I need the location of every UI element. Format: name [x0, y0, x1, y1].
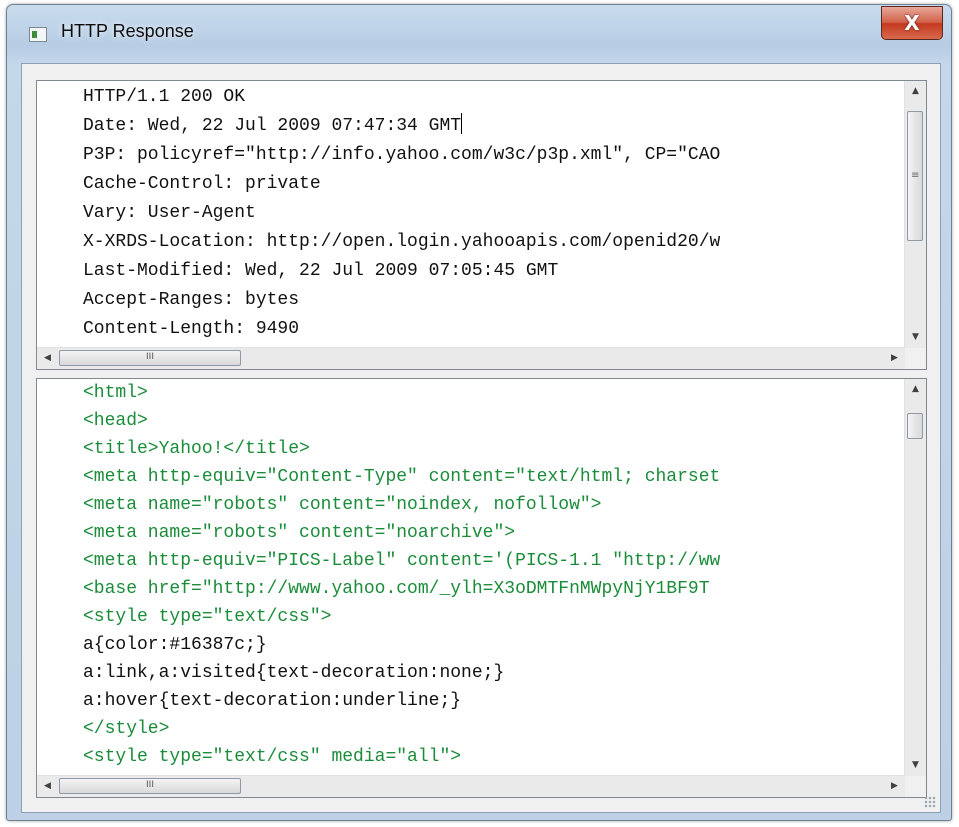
body-line: <meta name="robots" content="noarchive"> [83, 523, 516, 543]
title-bar[interactable]: HTTP Response X [7, 5, 951, 57]
body-line: <meta http-equiv="PICS-Label" content='(… [83, 551, 721, 571]
body-line: a:hover{text-decoration:underline;} [83, 691, 462, 711]
headers-hscroll-thumb[interactable]: III [59, 350, 241, 366]
up-arrow-icon[interactable]: ▲ [905, 379, 926, 400]
body-line: <title>Yahoo!</title> [83, 439, 310, 459]
right-arrow-icon[interactable]: ▶ [884, 348, 905, 369]
body-vscroll-thumb[interactable] [907, 413, 923, 439]
resize-grip-icon[interactable] [924, 796, 936, 808]
body-line: <style type="text/css" media="all"> [83, 747, 462, 767]
body-textbox[interactable]: <html> <head> <title>Yahoo!</title> <met… [36, 378, 927, 798]
header-line: Cache-Control: private [83, 174, 321, 194]
body-line: </style> [83, 719, 170, 739]
close-button[interactable]: X [881, 6, 943, 40]
http-response-window: HTTP Response X HTTP/1.1 200 OK Date: We… [6, 4, 952, 821]
headers-textbox[interactable]: HTTP/1.1 200 OK Date: Wed, 22 Jul 2009 0… [36, 80, 927, 370]
body-line: <meta name="robots" content="noindex, no… [83, 495, 602, 515]
body-line: <html> [83, 383, 148, 403]
body-line: <style type="text/css"> [83, 607, 332, 627]
body-text-area[interactable]: <html> <head> <title>Yahoo!</title> <met… [37, 379, 905, 776]
left-arrow-icon[interactable]: ◀ [37, 348, 58, 369]
body-line: <head> [83, 411, 148, 431]
scrollbar-corner [905, 348, 926, 369]
header-line: Last-Modified: Wed, 22 Jul 2009 07:05:45… [83, 261, 559, 281]
up-arrow-icon[interactable]: ▲ [905, 81, 926, 102]
left-arrow-icon[interactable]: ◀ [37, 776, 58, 797]
scrollbar-corner [905, 776, 926, 797]
client-area: HTTP/1.1 200 OK Date: Wed, 22 Jul 2009 0… [21, 63, 941, 813]
headers-vscroll-thumb[interactable]: ≡ [907, 111, 923, 241]
headers-vertical-scrollbar[interactable]: ▲ ≡ ▼ [904, 81, 926, 348]
header-line: Accept-Ranges: bytes [83, 290, 300, 310]
header-line: X-XRDS-Location: http://open.login.yahoo… [83, 232, 721, 252]
down-arrow-icon[interactable]: ▼ [905, 755, 926, 776]
header-line: HTTP/1.1 200 OK [83, 87, 246, 107]
close-icon: X [904, 11, 920, 35]
header-line: Vary: User-Agent [83, 203, 256, 223]
text-caret [461, 113, 463, 134]
window-title: HTTP Response [61, 21, 194, 41]
right-arrow-icon[interactable]: ▶ [884, 776, 905, 797]
header-line: Date: Wed, 22 Jul 2009 07:47:34 GMT [83, 112, 463, 141]
headers-text-area[interactable]: HTTP/1.1 200 OK Date: Wed, 22 Jul 2009 0… [37, 81, 905, 348]
header-line: P3P: policyref="http://info.yahoo.com/w3… [83, 145, 721, 165]
app-window-icon[interactable] [29, 27, 47, 42]
body-line: a{color:#16387c;} [83, 635, 267, 655]
body-line: a:link,a:visited{text-decoration:none;} [83, 663, 505, 683]
grip-icon: ≡ [911, 170, 920, 181]
body-horizontal-scrollbar[interactable]: ◀ III ▶ [37, 775, 905, 797]
header-line: Content-Length: 9490 [83, 319, 300, 339]
headers-horizontal-scrollbar[interactable]: ◀ III ▶ [37, 347, 905, 369]
body-vertical-scrollbar[interactable]: ▲ ▼ [904, 379, 926, 776]
body-hscroll-thumb[interactable]: III [59, 778, 241, 794]
body-line: <base href="http://www.yahoo.com/_ylh=X3… [83, 579, 710, 599]
down-arrow-icon[interactable]: ▼ [905, 327, 926, 348]
header-line-text: Date: Wed, 22 Jul 2009 07:47:34 GMT [83, 116, 462, 136]
body-line: <meta http-equiv="Content-Type" content=… [83, 467, 721, 487]
